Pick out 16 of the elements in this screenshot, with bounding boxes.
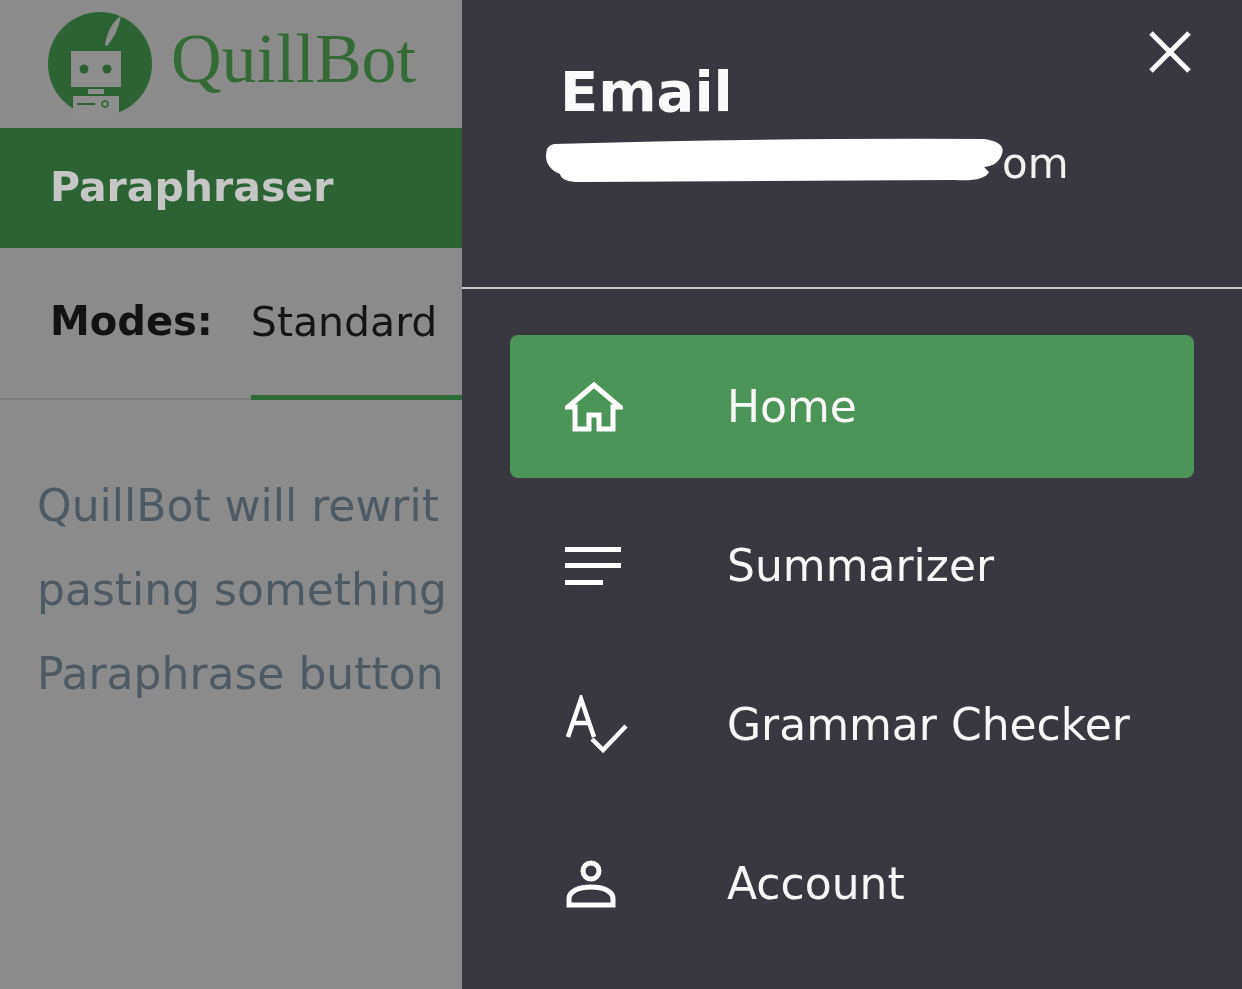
- logo-wordmark: QuillBot: [171, 24, 417, 94]
- page-title: Paraphraser: [50, 163, 334, 213]
- email-address: om: [1002, 139, 1069, 190]
- person-icon: [565, 859, 617, 908]
- close-icon: [1148, 30, 1192, 74]
- text-lines-icon: [565, 546, 621, 585]
- menu-item[interactable]: Grammar Checker: [510, 653, 1194, 796]
- modes-label: Modes:: [50, 298, 213, 344]
- spellcheck-icon: [565, 694, 629, 755]
- robot-logo-icon: [47, 11, 153, 117]
- intro-paragraph: QuillBot will rewrit pasting something Paraphrase button: [37, 479, 449, 701]
- menu-item[interactable]: Account: [510, 812, 1194, 955]
- home-icon: [565, 381, 623, 432]
- menu-item[interactable]: Summarizer: [510, 494, 1194, 637]
- email-label: Email: [560, 58, 734, 126]
- close-button[interactable]: [1148, 30, 1192, 74]
